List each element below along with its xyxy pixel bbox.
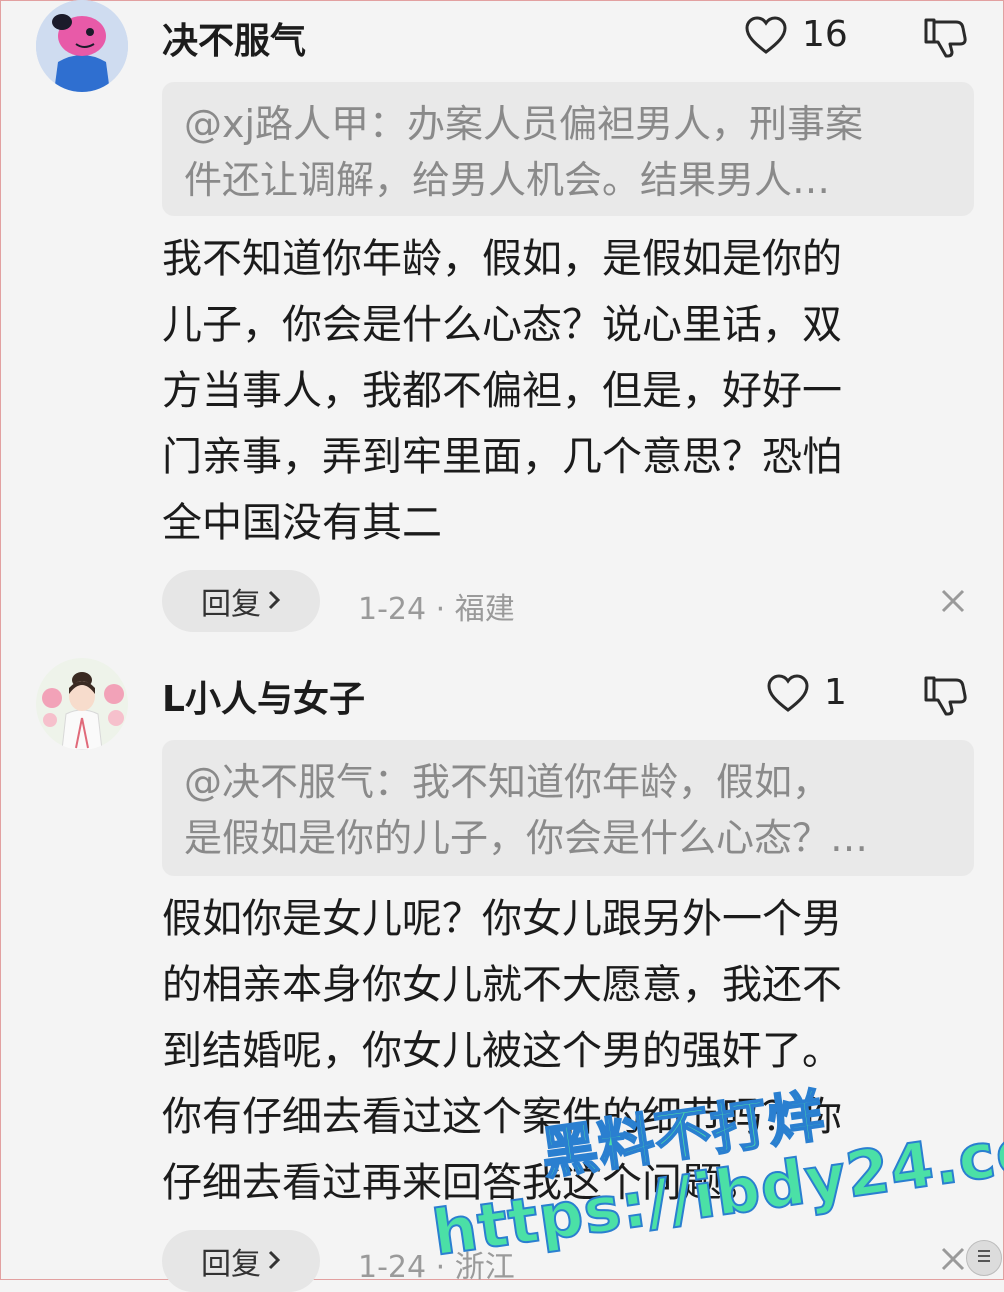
quoted-comment[interactable]: @xj路人甲：办案人员偏袒男人，刑事案 件还让调解，给男人机会。结果男人… [162,82,974,216]
thumbs-down-icon [922,18,968,62]
username[interactable]: L小人与女子 [162,670,365,722]
close-button[interactable] [940,588,966,618]
comment-body: 假如你是女儿呢？你女儿跟另外一个男 的相亲本身你女儿就不大愿意，我还不 到结婚呢… [162,886,962,1216]
comment-meta: 1-24 · 福建 [358,592,515,627]
dislike-button[interactable] [922,674,968,720]
body-line: 假如你是女儿呢？你女儿跟另外一个男 [162,896,842,942]
chevron-right-icon [267,584,281,619]
like-button[interactable]: 16 [744,14,848,55]
dislike-button[interactable] [922,16,968,62]
heart-icon [766,673,810,713]
quote-line: 件还让调解，给男人机会。结果男人… [184,158,831,202]
heart-icon [744,15,788,55]
body-line: 仔细去看过再来回答我这个问题。 [162,1160,762,1206]
body-line: 你有仔细去看过这个案件的细节吗？你 [162,1094,842,1140]
chevron-right-icon [267,1244,281,1279]
quote-line: 是假如是你的儿子，你会是什么心态？… [184,816,869,860]
username[interactable]: 决不服气 [162,12,306,64]
close-icon [940,1247,966,1276]
menu-icon [975,1247,993,1269]
like-count: 16 [802,14,848,55]
reply-label: 回复 [201,1247,261,1282]
body-line: 方当事人，我都不偏袒，但是，好好一 [162,368,842,414]
quote-line: @决不服气：我不知道你年龄，假如， [184,760,831,804]
close-icon [940,589,966,618]
like-count: 1 [824,672,847,713]
like-button[interactable]: 1 [766,672,847,713]
body-line: 门亲事，弄到牢里面，几个意思？恐怕 [162,434,842,480]
avatar[interactable] [36,658,128,750]
close-button[interactable] [940,1246,966,1276]
thumbs-down-icon [922,676,968,720]
reply-button[interactable]: 回复 [162,570,320,632]
floating-menu-button[interactable] [966,1240,1002,1276]
comment-meta: 1-24 · 浙江 [358,1250,515,1285]
body-line: 全中国没有其二 [162,500,442,546]
quote-line: @xj路人甲：办案人员偏袒男人，刑事案 [184,102,864,146]
reply-button[interactable]: 回复 [162,1230,320,1292]
body-line: 我不知道你年龄，假如，是假如是你的 [162,236,842,282]
avatar[interactable] [36,0,128,92]
body-line: 的相亲本身你女儿就不大愿意，我还不 [162,962,842,1008]
quoted-comment[interactable]: @决不服气：我不知道你年龄，假如， 是假如是你的儿子，你会是什么心态？… [162,740,974,876]
reply-label: 回复 [201,587,261,622]
comment-body: 我不知道你年龄，假如，是假如是你的 儿子，你会是什么心态？说心里话，双 方当事人… [162,226,962,556]
body-line: 到结婚呢，你女儿被这个男的强奸了。 [162,1028,842,1074]
body-line: 儿子，你会是什么心态？说心里话，双 [162,302,842,348]
